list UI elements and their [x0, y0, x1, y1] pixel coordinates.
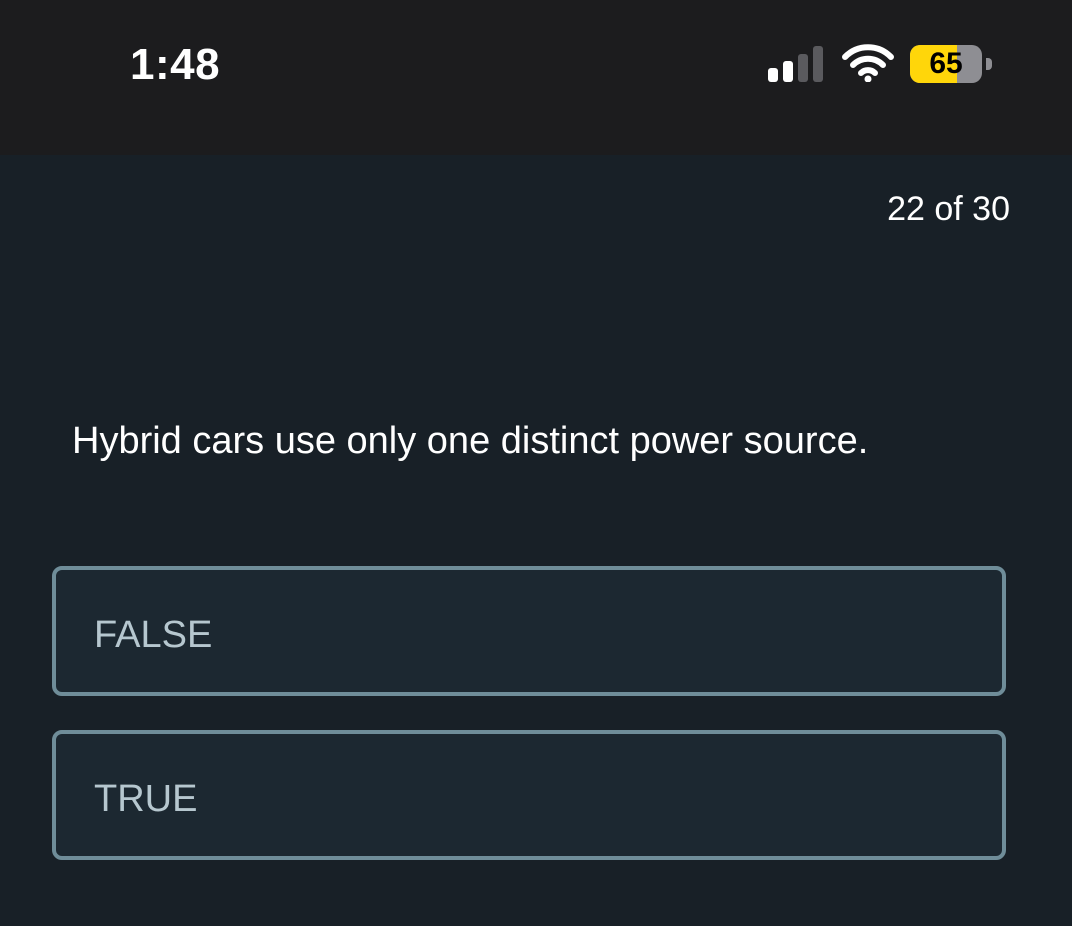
question-progress: 22 of 30 — [887, 190, 1010, 228]
answer-option-true[interactable]: TRUE — [52, 730, 1006, 860]
status-bar: 1:48 65 — [0, 0, 1072, 155]
battery-level: 65 — [929, 47, 963, 80]
signal-bar-1 — [768, 68, 778, 82]
answer-option-false[interactable]: FALSE — [52, 566, 1006, 696]
battery-body: 65 — [910, 45, 982, 83]
battery-icon: 65 — [910, 45, 994, 83]
question-text: Hybrid cars use only one distinct power … — [72, 420, 869, 462]
status-time: 1:48 — [130, 40, 221, 89]
signal-bar-4 — [813, 46, 823, 82]
answer-option-label: TRUE — [94, 778, 198, 820]
signal-bar-2 — [783, 61, 793, 82]
cellular-signal-icon — [768, 46, 823, 82]
answer-option-label: FALSE — [94, 614, 213, 656]
signal-bar-3 — [798, 54, 808, 82]
battery-nub — [986, 58, 992, 70]
wifi-icon — [842, 44, 894, 82]
